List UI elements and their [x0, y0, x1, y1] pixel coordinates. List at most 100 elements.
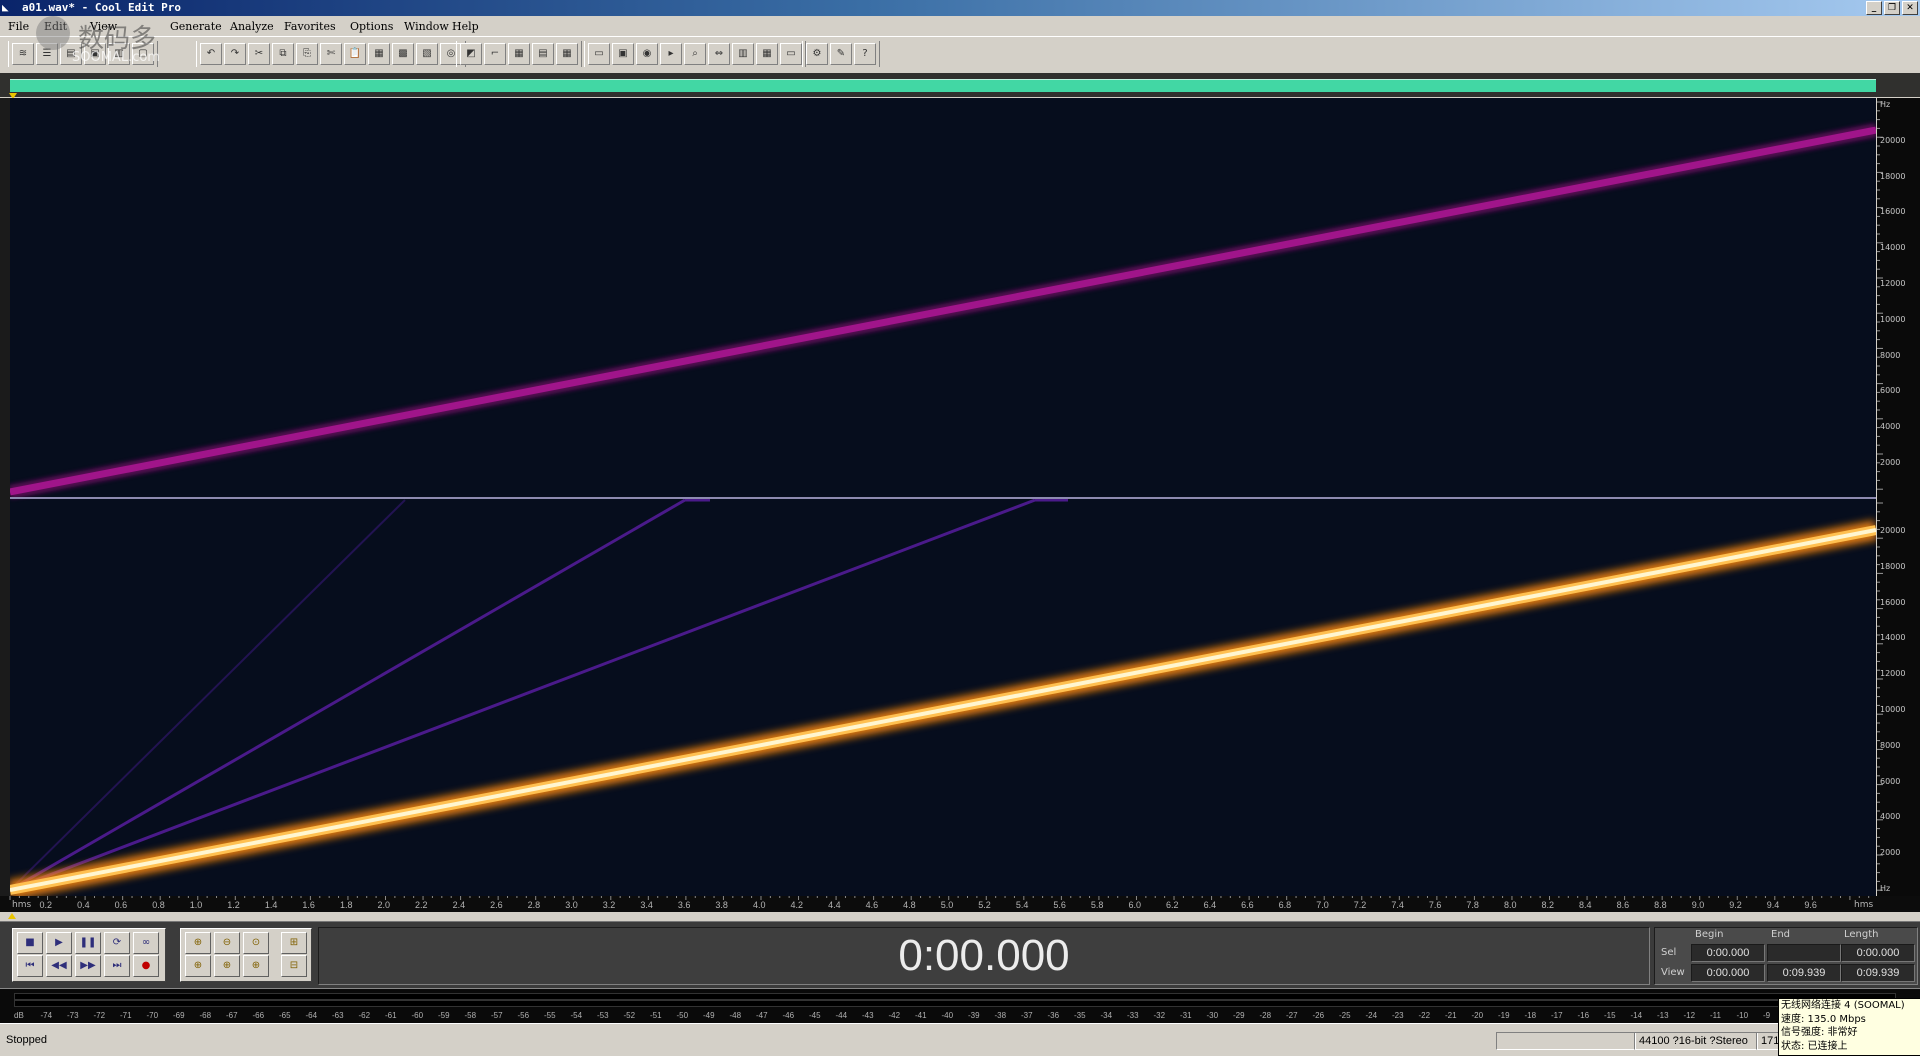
menu-window[interactable]: Window [404, 20, 449, 33]
level-meter-label: -40 [941, 1011, 954, 1020]
channel-divider[interactable] [10, 497, 1876, 499]
overview-range[interactable] [10, 79, 1876, 92]
undo-icon[interactable]: ↶ [200, 43, 222, 65]
paste-icon[interactable]: 📋 [344, 43, 366, 65]
go-to-start-button[interactable]: ⏮ [17, 955, 43, 977]
menu-favorites[interactable]: Favorites [284, 20, 336, 33]
zoom-full-button[interactable]: ⊙ [243, 932, 269, 954]
level-meter-label: -47 [756, 1011, 768, 1020]
cd-player-icon[interactable]: ◉ [636, 43, 658, 65]
spectral-view[interactable] [10, 98, 1876, 896]
repeat-icon[interactable]: ✂ [248, 43, 270, 65]
copy-icon[interactable]: ⧉ [272, 43, 294, 65]
level-meter-label: -42 [888, 1011, 901, 1020]
zoom-in-horizontal-button[interactable]: ⊕ [185, 932, 211, 954]
level-meter-label: -73 [67, 1011, 79, 1020]
cut-icon[interactable]: ✄ [320, 43, 342, 65]
mark-range-icon[interactable]: ⇔ [708, 43, 730, 65]
close-file-icon[interactable]: ▢ [132, 43, 154, 65]
play-to-end-button[interactable]: ⟳ [104, 932, 130, 954]
level-meter-label: -26 [1312, 1011, 1325, 1020]
stop-button[interactable]: ■ [17, 932, 43, 954]
phase-analysis-icon[interactable]: ▦ [756, 43, 778, 65]
menu-file[interactable]: File [8, 20, 29, 33]
minimize-button[interactable]: _ [1866, 1, 1882, 15]
view-length-field[interactable]: 0:09.939 [1841, 964, 1915, 982]
save-all-icon[interactable]: ▥ [108, 43, 130, 65]
copy-new-icon[interactable]: ⎘ [296, 43, 318, 65]
zoom-out-vertical-button[interactable]: ⊟ [281, 955, 307, 977]
overview-bar[interactable] [0, 73, 1920, 99]
level-meter-label: -33 [1127, 1011, 1139, 1020]
statistics-icon[interactable]: ▭ [780, 43, 802, 65]
zoom-to-selection-button[interactable]: ⊕ [243, 955, 269, 977]
edit-cue-icon[interactable]: ⌕ [684, 43, 706, 65]
fast-forward-button[interactable]: ▶▶ [75, 955, 101, 977]
snap-icon[interactable]: ▦ [556, 43, 578, 65]
zoom-out-horizontal-button[interactable]: ⊖ [214, 932, 240, 954]
zoom-to-right-button[interactable]: ⊕ [214, 955, 240, 977]
open-icon[interactable]: ▤ [60, 43, 82, 65]
menu-generate[interactable]: Generate [170, 20, 222, 33]
insert-multitrack-icon[interactable]: ▧ [416, 43, 438, 65]
rewind-button[interactable]: ◀◀ [46, 955, 72, 977]
left-gutter [0, 98, 10, 896]
insert-cue-icon[interactable]: ▦ [508, 43, 530, 65]
sel-begin-field[interactable]: 0:00.000 [1691, 944, 1765, 962]
time-tick-label: 6.8 [1278, 900, 1292, 910]
time-ruler[interactable]: hms hms 0.2 0.4 0.6 0.8 1.0 1.2 1.4 1.6 1.8 2.0 2.… [0, 896, 1920, 912]
level-meter-label: -74 [40, 1011, 53, 1020]
freq-label-top: 4000 [1880, 422, 1901, 432]
zoom-in-vertical-button[interactable]: ⊞ [281, 932, 307, 954]
level-meter: dB -74 -73 -72 -71 -70 -69 -68 -67 -66 -65 -64 -63 -6… [0, 988, 1920, 1023]
menu-view[interactable]: View [90, 20, 117, 33]
menu-options[interactable]: Options [350, 20, 393, 33]
menu-edit[interactable]: Edit [44, 20, 67, 33]
play-button[interactable]: ▶ [46, 932, 72, 954]
view-begin-field[interactable]: 0:00.000 [1691, 964, 1765, 982]
save-icon[interactable]: ▣ [84, 43, 106, 65]
mix-paste-icon[interactable]: ▩ [392, 43, 414, 65]
settings-icon[interactable]: ▭ [588, 43, 610, 65]
cue-list-icon[interactable]: ▤ [532, 43, 554, 65]
frequency-analysis-icon[interactable]: ▥ [732, 43, 754, 65]
menu-help[interactable]: Help [452, 20, 479, 33]
scripts-icon[interactable]: ▣ [612, 43, 634, 65]
toolbar-group-file: ≋ ☰ ▤ ▣ ▥ ▢ [8, 41, 158, 67]
view-end-field[interactable]: 0:09.939 [1767, 964, 1841, 982]
level-meter-label: -59 [438, 1011, 450, 1020]
level-meter-label: -44 [835, 1011, 848, 1020]
menu-analyze[interactable]: Analyze [230, 20, 274, 33]
net-popup-line-1: 无线网络连接 4 (SOOMAL) [1781, 1000, 1905, 1011]
play-list-icon[interactable]: ▸ [660, 43, 682, 65]
time-tick-label: 9.4 [1766, 900, 1780, 910]
freq-label-bottom: Hz [1880, 884, 1891, 893]
loop-button[interactable]: ∞ [133, 932, 159, 954]
paste-new-icon[interactable]: ▦ [368, 43, 390, 65]
time-ruler-ticks [9, 896, 1870, 900]
close-button[interactable]: ✕ [1902, 1, 1918, 15]
go-to-end-button[interactable]: ⏭ [104, 955, 130, 977]
help-icon[interactable]: ? [854, 43, 876, 65]
zoom-to-left-button[interactable]: ⊕ [185, 955, 211, 977]
level-meter-label: -50 [676, 1011, 689, 1020]
favorites-edit-icon[interactable]: ✎ [830, 43, 852, 65]
redo-icon[interactable]: ↷ [224, 43, 246, 65]
restore-button[interactable]: ❐ [1884, 1, 1900, 15]
waveform-view-icon[interactable]: ≋ [12, 43, 34, 65]
waveform-toggle-icon[interactable]: ⌐ [484, 43, 506, 65]
time-tick-label: 0.6 [114, 900, 128, 910]
time-tick-label: 3.4 [640, 900, 653, 910]
multitrack-view-icon[interactable]: ☰ [36, 43, 58, 65]
pause-button[interactable]: ❚❚ [75, 932, 101, 954]
app-icon[interactable]: ◣ [2, 1, 16, 14]
sel-length-field[interactable]: 0:00.000 [1841, 944, 1915, 962]
record-button[interactable]: ● [133, 955, 159, 977]
options-icon[interactable]: ⚙ [806, 43, 828, 65]
playhead-marker[interactable] [8, 913, 16, 919]
spectral-view-icon[interactable]: ◩ [460, 43, 482, 65]
sel-end-field[interactable] [1767, 944, 1841, 962]
level-meter-label: -53 [597, 1011, 609, 1020]
level-meter-label: dB [14, 1011, 24, 1020]
level-meter-label: -28 [1259, 1011, 1272, 1020]
